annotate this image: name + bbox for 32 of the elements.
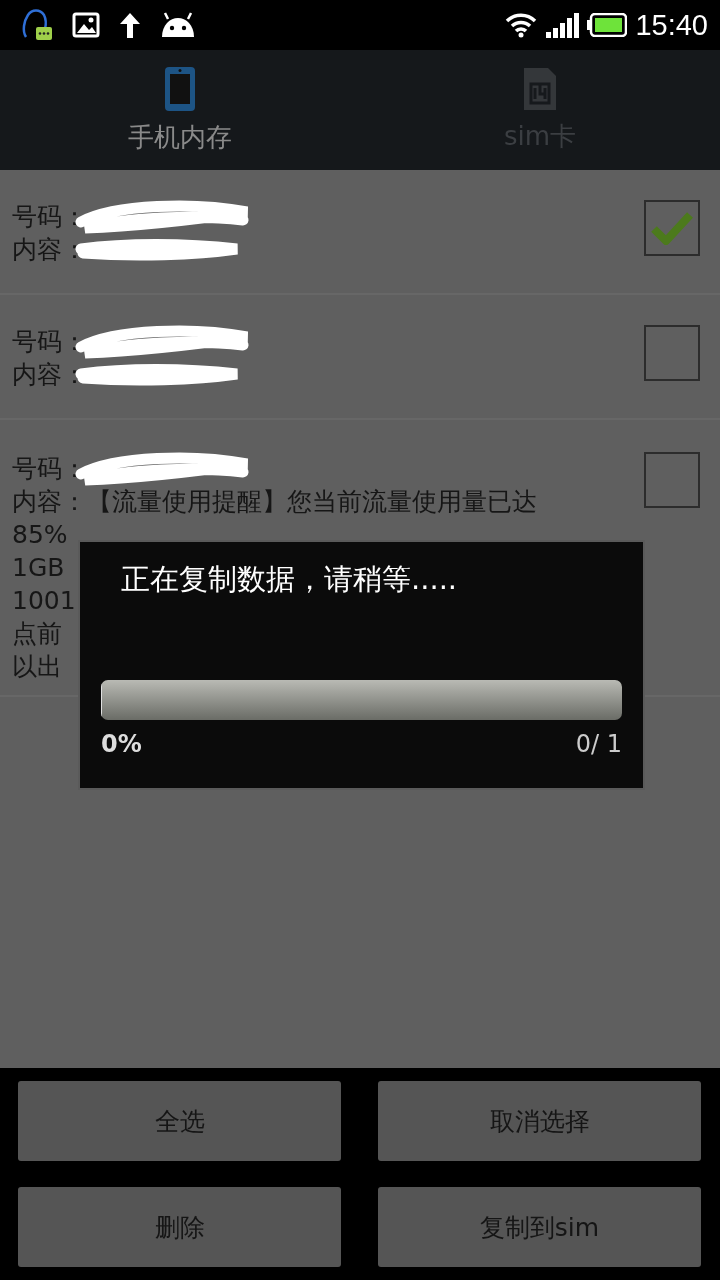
message-text: 以出 xyxy=(12,651,62,683)
checkbox[interactable] xyxy=(644,200,700,256)
checkmark-icon xyxy=(651,211,693,245)
battery-icon xyxy=(587,13,628,37)
message-text: 1001 xyxy=(12,585,76,617)
message-text: 85% xyxy=(12,519,68,551)
number-label: 号码： xyxy=(12,453,87,485)
upload-icon xyxy=(118,11,142,39)
message-content: 内容： xyxy=(12,234,87,266)
image-icon xyxy=(72,12,100,38)
progress-count: 0/ 1 xyxy=(575,730,622,758)
wifi-icon xyxy=(505,12,538,38)
action-button[interactable]: 全选 xyxy=(18,1081,341,1161)
android-icon xyxy=(160,11,196,39)
checkbox[interactable] xyxy=(644,325,700,381)
number-label: 号码： xyxy=(12,326,87,358)
message-content: 内容：【流量使用提醒】您当前流量使用量已达 xyxy=(12,486,537,518)
signal-icon xyxy=(545,12,580,38)
clock-time: 15:40 xyxy=(635,8,708,42)
checkbox[interactable] xyxy=(644,452,700,508)
message-content: 内容： xyxy=(12,359,87,391)
sim-card-icon xyxy=(523,66,557,111)
progress-percent: 0% xyxy=(101,730,142,758)
tab[interactable]: 手机内存 xyxy=(0,50,360,170)
number-label: 号码： xyxy=(12,201,87,233)
phone-icon xyxy=(164,65,196,112)
action-button[interactable]: 复制到sim xyxy=(378,1187,701,1267)
message-text: 点前 xyxy=(12,618,62,650)
dialog-title: 正在复制数据，请稍等..... xyxy=(120,561,459,598)
action-button[interactable]: 删除 xyxy=(18,1187,341,1267)
message-text: 1GB xyxy=(12,552,65,584)
action-button[interactable]: 取消选择 xyxy=(378,1081,701,1161)
